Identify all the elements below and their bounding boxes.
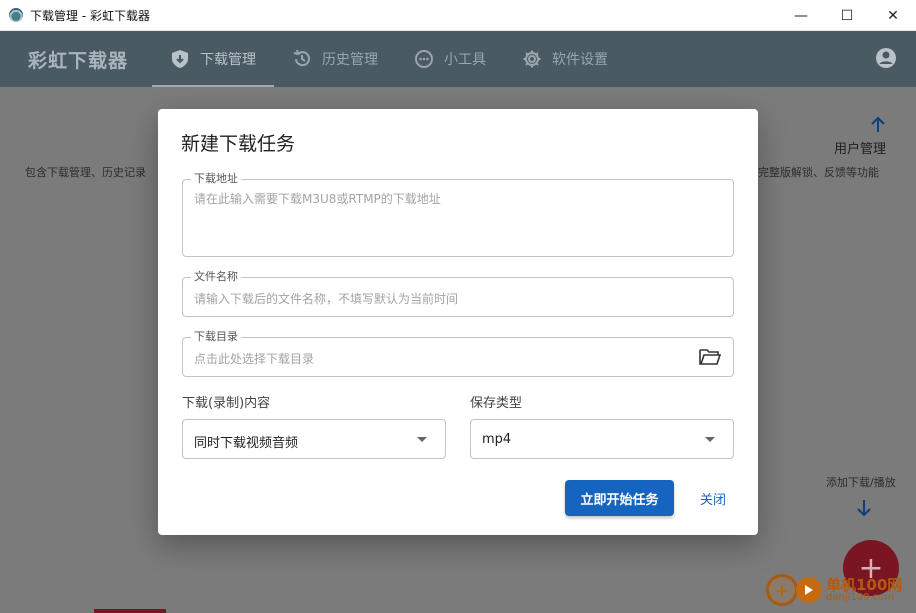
download-url-field[interactable]: 下载地址 请在此输入需要下载M3U8或RTMP的下载地址 [182,172,734,257]
download-directory-placeholder: 点击此处选择下载目录 [194,352,315,366]
tab-software-settings[interactable]: 软件设置 [504,31,626,87]
file-name-field[interactable]: 文件名称 请输入下载后的文件名称，不填写默认为当前时间 [182,270,734,317]
maximize-button[interactable]: ☐ [824,0,870,31]
app-brand: 彩虹下载器 [28,49,129,72]
user-management-hint: 用户管理 [834,142,887,157]
tab-label: 历史管理 [322,52,378,68]
watermark: + 单机100网 danji100.com [766,574,902,606]
minimize-button[interactable]: — [778,0,824,31]
watermark-url: danji100.com [826,591,894,603]
download-url-placeholder: 请在此输入需要下载M3U8或RTMP的下载地址 [194,192,441,206]
app-logo-icon [9,8,23,22]
folder-open-icon[interactable] [699,348,722,366]
download-content-select[interactable]: 同时下载视频音频 [182,419,446,459]
tab-label: 小工具 [444,52,486,68]
watermark-play-icon [796,577,822,603]
save-type-value: mp4 [482,432,512,447]
save-type-select[interactable]: mp4 [470,419,734,459]
watermark-logo-icon: + [766,574,798,606]
new-download-task-dialog: 新建下载任务 下载地址 请在此输入需要下载M3U8或RTMP的下载地址 文件名称… [158,109,758,535]
title-bar: 下载管理 - 彩虹下载器 — ☐ ✕ [0,0,916,31]
tab-label: 下载管理 [200,52,256,68]
add-download-hint: 添加下载/播放 [826,476,896,489]
dialog-title: 新建下载任务 [181,133,296,155]
download-directory-label: 下载目录 [191,330,241,344]
download-url-label: 下载地址 [191,172,241,186]
feature-description-right: 完整版解锁、反馈等功能 [758,166,879,179]
download-shield-icon [170,49,190,69]
tab-download-management[interactable]: 下载管理 [152,31,274,87]
start-task-button[interactable]: 立即开始任务 [565,480,674,516]
app-header: 彩虹下载器 下载管理 历史管理 小工具 软件设置 [0,31,916,87]
file-name-placeholder: 请输入下载后的文件名称，不填写默认为当前时间 [194,292,459,306]
feature-description-left: 包含下载管理、历史记录 [25,166,146,179]
close-dialog-button[interactable]: 关闭 [689,480,737,516]
arrow-down-icon [855,498,873,522]
dropdown-caret-icon [417,437,427,442]
tools-icon [414,49,434,69]
window-title: 下载管理 - 彩虹下载器 [30,8,150,23]
download-directory-field[interactable]: 下载目录 点击此处选择下载目录 [182,330,734,377]
download-content-value: 同时下载视频音频 [194,436,299,451]
close-window-button[interactable]: ✕ [870,0,916,31]
dropdown-caret-icon [705,437,715,442]
tab-tools[interactable]: 小工具 [396,31,504,87]
window-controls: — ☐ ✕ [778,0,916,31]
gear-icon [522,49,542,69]
bottom-accent-strip [94,609,166,613]
arrow-up-icon [869,116,887,138]
account-circle-icon[interactable] [875,47,897,69]
download-content-label: 下载(录制)内容 [182,396,271,411]
tab-label: 软件设置 [552,52,608,68]
history-icon [292,49,312,69]
tab-history-management[interactable]: 历史管理 [274,31,396,87]
watermark-site-name: 单机100网 [826,575,903,594]
save-type-label: 保存类型 [470,396,523,411]
file-name-label: 文件名称 [191,270,241,284]
